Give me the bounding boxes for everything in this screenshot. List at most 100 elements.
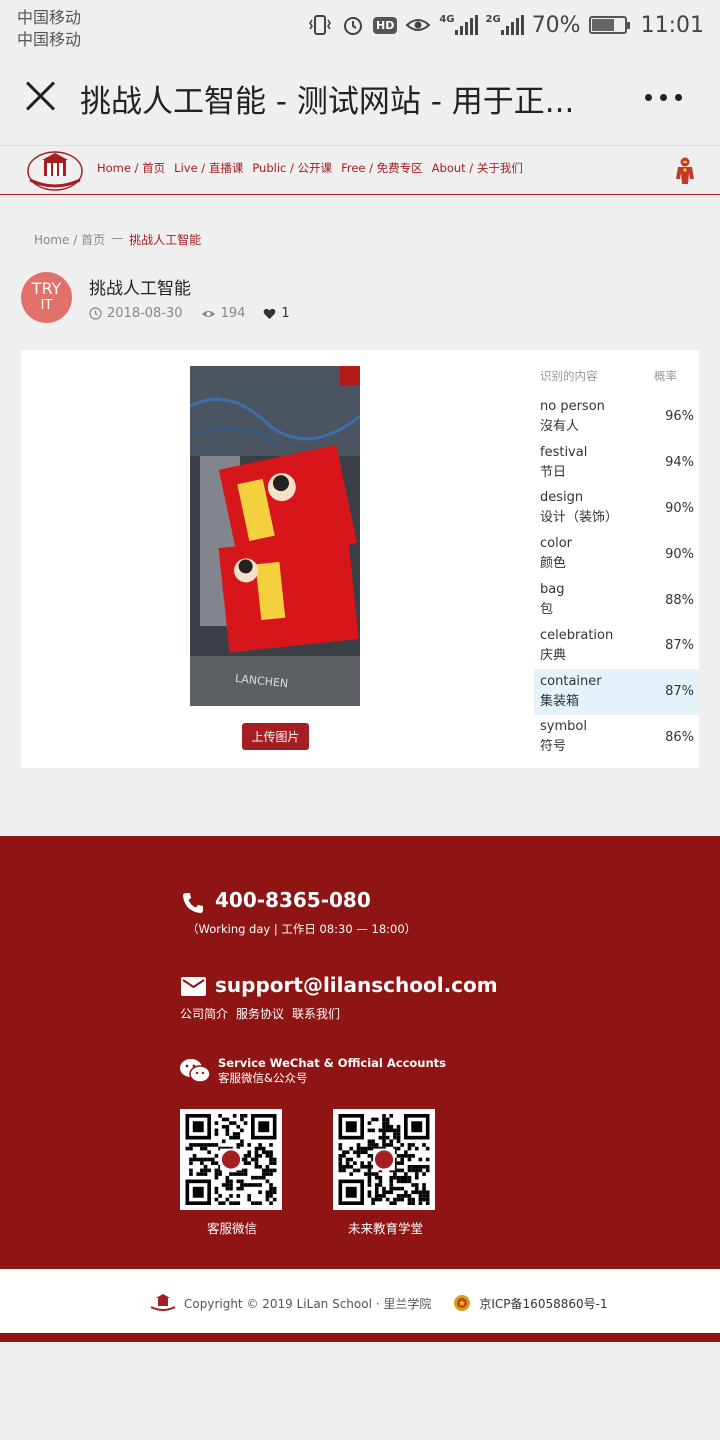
probability: 87% (665, 684, 694, 700)
network-type-2: 2G (485, 14, 501, 25)
label-en: symbol (540, 719, 587, 735)
wechat-icon (180, 1059, 211, 1083)
police-badge-icon (454, 1295, 471, 1311)
qr-caption-official: 未来教育学堂 (348, 1221, 424, 1236)
wechat-title: Service WeChat & Official Accounts (218, 1056, 447, 1070)
post-views: 194 (220, 306, 246, 321)
label-zh: 包 (540, 602, 554, 618)
phone-icon (183, 893, 203, 913)
label-en: design (540, 490, 584, 506)
result-row: design 设计（装饰） 90% (534, 486, 699, 532)
close-icon[interactable] (24, 80, 56, 112)
result-label: bag 包 (540, 580, 564, 620)
result-label: celebration 庆典 (540, 626, 613, 666)
clock: 11:01 (640, 12, 704, 38)
header-content: 识别的内容 (540, 369, 598, 383)
footer-link-about[interactable]: 公司简介 (180, 1005, 228, 1022)
result-label: no person 沒有人 (540, 397, 605, 437)
heart-icon[interactable] (263, 308, 276, 320)
result-row: color 颜色 90% (534, 531, 699, 577)
clock-icon (89, 307, 102, 320)
bottom-stripe (0, 1333, 720, 1342)
label-zh: 设计（装饰） (540, 510, 619, 526)
mail-icon (181, 977, 206, 996)
copyright-text: Copyright © 2019 LiLan School · 里兰学院 (184, 1296, 432, 1311)
copyright-bar: Copyright © 2019 LiLan School · 里兰学院 京IC… (0, 1269, 720, 1333)
nav-live[interactable]: Live / 直播课 (174, 160, 243, 176)
app-bar: 挑战人工智能 - 测试网站 - 用于正... (0, 50, 720, 145)
label-en: bag (540, 582, 565, 598)
probability: 90% (665, 546, 694, 562)
battery-percent: 70% (531, 12, 581, 38)
avatar-text-2: IT (40, 298, 53, 313)
qr-code-official (333, 1109, 435, 1210)
nav-public[interactable]: Public / 公开课 (252, 160, 332, 176)
uploaded-photo: LANCHEN (190, 366, 360, 706)
results-table: 识别的内容 概率 no person 沒有人 96% festival 节日 94% des… (534, 368, 699, 760)
author-avatar[interactable]: TRY IT (21, 272, 72, 323)
probability: 90% (665, 500, 694, 516)
label-zh: 集装箱 (540, 693, 580, 709)
hd-icon: HD (373, 16, 398, 34)
qr-code-service (180, 1109, 282, 1210)
network-type-1: 4G (439, 14, 455, 25)
breadcrumb: Home / 首页 — 挑战人工智能 (34, 231, 201, 248)
label-en: color (540, 536, 573, 552)
icp-license[interactable]: 京ICP备16058860号-1 (479, 1295, 607, 1312)
footer-link-terms[interactable]: 服务协议 (236, 1005, 284, 1022)
result-label: design 设计（装饰） (540, 488, 618, 528)
result-row: symbol 符号 86% (534, 715, 699, 761)
result-row: festival 节日 94% (534, 440, 699, 486)
status-bar: 中国移动 中国移动 HD 4G 2G 70% 11:01 (0, 0, 720, 50)
upload-image-button[interactable]: 上传图片 (242, 723, 309, 750)
wechat-subtitle: 客服微信&公众号 (218, 1071, 308, 1085)
result-row: container 集装箱 87% (534, 668, 699, 715)
post-title: 挑战人工智能 (89, 279, 191, 299)
result-label: symbol 符号 (540, 717, 587, 757)
probability: 96% (665, 409, 694, 425)
signal-icon-2: 2G (486, 15, 524, 35)
post-meta: 2018-08-30 194 1 (89, 306, 290, 321)
phone-number[interactable]: 400-8365-080 (215, 888, 371, 912)
support-email[interactable]: support@lilanschool.com (215, 973, 498, 997)
probability: 86% (665, 729, 694, 745)
nav-home[interactable]: Home / 首页 (97, 160, 165, 176)
more-options-icon[interactable] (645, 94, 682, 101)
label-en: container (540, 673, 602, 689)
breadcrumb-separator: — (111, 231, 124, 245)
post-date: 2018-08-30 (107, 306, 183, 321)
label-zh: 颜色 (540, 556, 567, 572)
post-likes: 1 (281, 306, 290, 321)
eye-icon (405, 15, 431, 35)
table-header: 识别的内容 概率 (534, 368, 699, 394)
avatar-text-1: TRY (31, 279, 62, 298)
carrier-label-2: 中国移动 (17, 30, 82, 49)
alarm-icon (341, 13, 365, 37)
nav-free[interactable]: Free / 免费专区 (341, 160, 423, 176)
vibrate-icon (307, 14, 333, 36)
probability: 87% (665, 638, 694, 654)
footer-link-contact[interactable]: 联系我们 (292, 1005, 340, 1022)
label-en: celebration (540, 627, 614, 643)
label-en: no person (540, 398, 605, 414)
small-logo-icon (150, 1294, 176, 1311)
result-row: no person 沒有人 96% (534, 394, 699, 440)
label-zh: 庆典 (540, 647, 567, 663)
views-icon (201, 310, 215, 317)
probability: 94% (665, 455, 694, 471)
breadcrumb-home[interactable]: Home / 首页 (34, 231, 105, 248)
label-en: festival (540, 444, 588, 460)
battery-icon (588, 16, 630, 34)
probability: 88% (665, 592, 694, 608)
nav-about[interactable]: About / 关于我们 (432, 160, 523, 176)
user-avatar-icon[interactable] (674, 157, 696, 185)
carrier-label-1: 中国移动 (17, 8, 82, 27)
label-zh: 沒有人 (540, 418, 580, 434)
qr-caption-service: 客服微信 (207, 1221, 258, 1236)
school-logo[interactable] (26, 150, 84, 192)
label-zh: 节日 (540, 464, 567, 480)
working-hours: （Working day | 工作日 08:30 — 18:00） (187, 922, 417, 936)
header-probability: 概率 (654, 369, 677, 383)
signal-icon-1: 4G (439, 14, 478, 35)
result-row: bag 包 88% (534, 577, 699, 623)
